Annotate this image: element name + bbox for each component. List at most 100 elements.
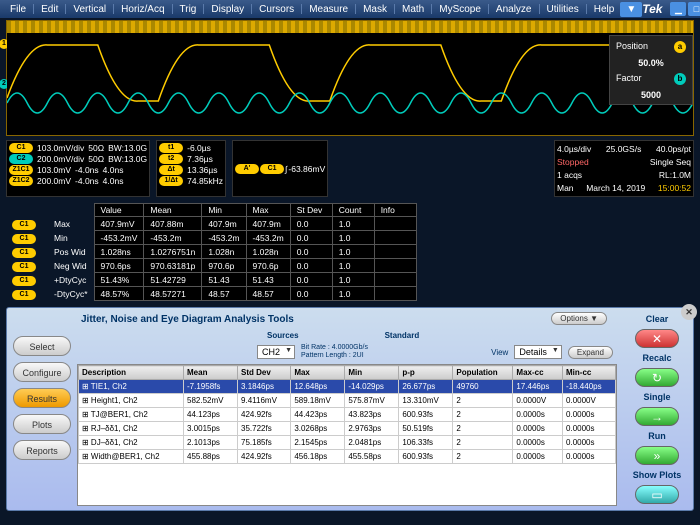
panel-actions: Clear ✕ Recalc ↻ Single → Run » Show Plo… <box>621 308 693 510</box>
single-label: Single <box>643 392 670 402</box>
timing-info-block: t1-6.0µst27.36µsΔt13.36µs1/Δt74.85kHz <box>156 140 226 197</box>
nav-plots[interactable]: Plots <box>13 414 71 434</box>
grid-header[interactable]: Max-cc <box>513 366 563 380</box>
badge-a-icon: a <box>674 41 686 53</box>
grid-row[interactable]: ⊞ RJ–δδ1, Ch23.0015ps35.722fs3.0268ps2.9… <box>79 422 616 436</box>
recalc-button[interactable]: ↻ <box>635 368 679 387</box>
menu-myscope[interactable]: MyScope <box>433 2 487 17</box>
trig-ch: C1 <box>260 164 284 174</box>
ch-badge[interactable]: Z1C1 <box>9 165 33 175</box>
ch-badge[interactable]: C2 <box>9 154 33 164</box>
grid-header[interactable]: Min-cc <box>563 366 616 380</box>
grid-header[interactable]: p-p <box>399 366 453 380</box>
meas-cell: 48.57% <box>94 287 144 301</box>
menu-file[interactable]: File <box>4 2 32 17</box>
time-ruler <box>7 21 693 33</box>
meas-cell: 407.9m <box>202 217 246 231</box>
meas-cell: 0.0 <box>290 231 332 245</box>
meas-cell: 970.6ps <box>94 259 144 273</box>
meas-cell: 407.88m <box>144 217 202 231</box>
menu-display[interactable]: Display <box>205 2 250 17</box>
maximize-button[interactable]: □ <box>688 2 700 16</box>
waveform-display[interactable]: 1 2 Positiona 50.0% Factorb 5000 <box>6 20 694 136</box>
grid-row[interactable]: ⊞ Width@BER1, Ch2455.88ps424.92fs456.18p… <box>79 450 616 464</box>
grid-row[interactable]: ⊞ TJ@BER1, Ch244.123ps424.92fs44.423ps43… <box>79 408 616 422</box>
grid-header[interactable]: Max <box>291 366 345 380</box>
brand-logo: Tek <box>642 2 662 16</box>
meas-cell <box>374 287 416 301</box>
grid-header[interactable]: Std Dev <box>238 366 291 380</box>
single-button[interactable]: → <box>635 407 679 426</box>
standard-label: Standard <box>385 331 420 340</box>
grid-header[interactable]: Description <box>79 366 184 380</box>
menu-cursors[interactable]: Cursors <box>253 2 300 17</box>
menu-mask[interactable]: Mask <box>357 2 393 17</box>
position-label: Position <box>616 41 648 53</box>
panel-close-button[interactable]: ✕ <box>681 304 697 320</box>
channel-select[interactable]: CH2 <box>257 345 295 359</box>
meas-cell: 407.9mV <box>94 217 144 231</box>
meas-cell: 0.0 <box>290 287 332 301</box>
ch-badge[interactable]: C1 <box>9 143 33 153</box>
clear-button[interactable]: ✕ <box>635 329 679 348</box>
grid-row[interactable]: ⊞ Height1, Ch2582.52mV9.4116mV589.18mV57… <box>79 394 616 408</box>
meas-cell: 1.028n <box>246 245 290 259</box>
options-button[interactable]: Options ▼ <box>551 312 607 325</box>
meas-header: Value <box>94 204 144 217</box>
grid-row[interactable]: ⊞ TIE1, Ch2-7.1958fs3.1846ps12.648ps-14.… <box>79 380 616 394</box>
info-strip: C1103.0mV/div50ΩBW:13.0GC2200.0mV/div50Ω… <box>0 138 700 199</box>
meas-cell <box>374 217 416 231</box>
run-label: Run <box>648 431 666 441</box>
grid-header[interactable]: Population <box>453 366 513 380</box>
meas-cell: 1.0 <box>332 217 374 231</box>
menu-measure[interactable]: Measure <box>303 2 354 17</box>
grid-row[interactable]: ⊞ DJ–δδ1, Ch22.1013ps75.185fs2.1545ps2.0… <box>79 436 616 450</box>
grid-header[interactable]: Mean <box>184 366 238 380</box>
meas-header: Min <box>202 204 246 217</box>
meas-cell: -453.2m <box>144 231 202 245</box>
trig-level: -63.86mV <box>288 164 325 174</box>
meas-cell: 51.43 <box>246 273 290 287</box>
meas-cell: 970.6p <box>202 259 246 273</box>
factor-value[interactable]: 5000 <box>612 88 690 102</box>
meas-cell: 1.0 <box>332 245 374 259</box>
minimize-button[interactable]: ▁ <box>670 2 686 16</box>
menu-vertical[interactable]: Vertical <box>67 2 112 17</box>
run-state: Stopped <box>557 157 589 167</box>
pattern-text: Pattern Length : 2UI <box>301 352 368 360</box>
zoom-panel: Positiona 50.0% Factorb 5000 <box>609 35 693 105</box>
meas-cell <box>374 245 416 259</box>
results-grid[interactable]: DescriptionMeanStd DevMaxMinp-pPopulatio… <box>77 364 617 506</box>
trig-badge: A' <box>235 164 259 174</box>
expand-button[interactable]: Expand <box>568 346 613 359</box>
showplots-button[interactable]: ▭ <box>635 485 679 504</box>
grid-header[interactable]: Min <box>345 366 399 380</box>
run-button[interactable]: » <box>635 446 679 465</box>
nav-results[interactable]: Results <box>13 388 71 408</box>
menu-trig[interactable]: Trig <box>174 2 203 17</box>
menu-edit[interactable]: Edit <box>35 2 64 17</box>
menu-help[interactable]: Help <box>588 2 621 17</box>
badge-b-icon: b <box>674 73 686 85</box>
position-value[interactable]: 50.0% <box>612 56 690 70</box>
meas-cell: -453.2m <box>202 231 246 245</box>
meas-cell: 48.57 <box>246 287 290 301</box>
meas-cell: 970.63181p <box>144 259 202 273</box>
view-select[interactable]: Details <box>514 345 562 359</box>
menu-horizacq[interactable]: Horiz/Acq <box>115 2 170 17</box>
meas-cell: 1.0 <box>332 259 374 273</box>
nav-reports[interactable]: Reports <box>13 440 71 460</box>
nav-select[interactable]: Select <box>13 336 71 356</box>
ch-badge[interactable]: Z1C2 <box>9 176 33 186</box>
menu-math[interactable]: Math <box>396 2 430 17</box>
meas-header: St Dev <box>290 204 332 217</box>
menu-utilities[interactable]: Utilities <box>541 2 585 17</box>
meas-cell: 1.0 <box>332 273 374 287</box>
clear-label: Clear <box>646 314 669 324</box>
menu-analyze[interactable]: Analyze <box>490 2 538 17</box>
nav-configure[interactable]: Configure <box>13 362 71 382</box>
meas-cell: -453.2mV <box>94 231 144 245</box>
meas-cell <box>374 259 416 273</box>
menu-dropdown-icon[interactable]: ▼ <box>620 2 642 17</box>
meas-cell: 51.42729 <box>144 273 202 287</box>
